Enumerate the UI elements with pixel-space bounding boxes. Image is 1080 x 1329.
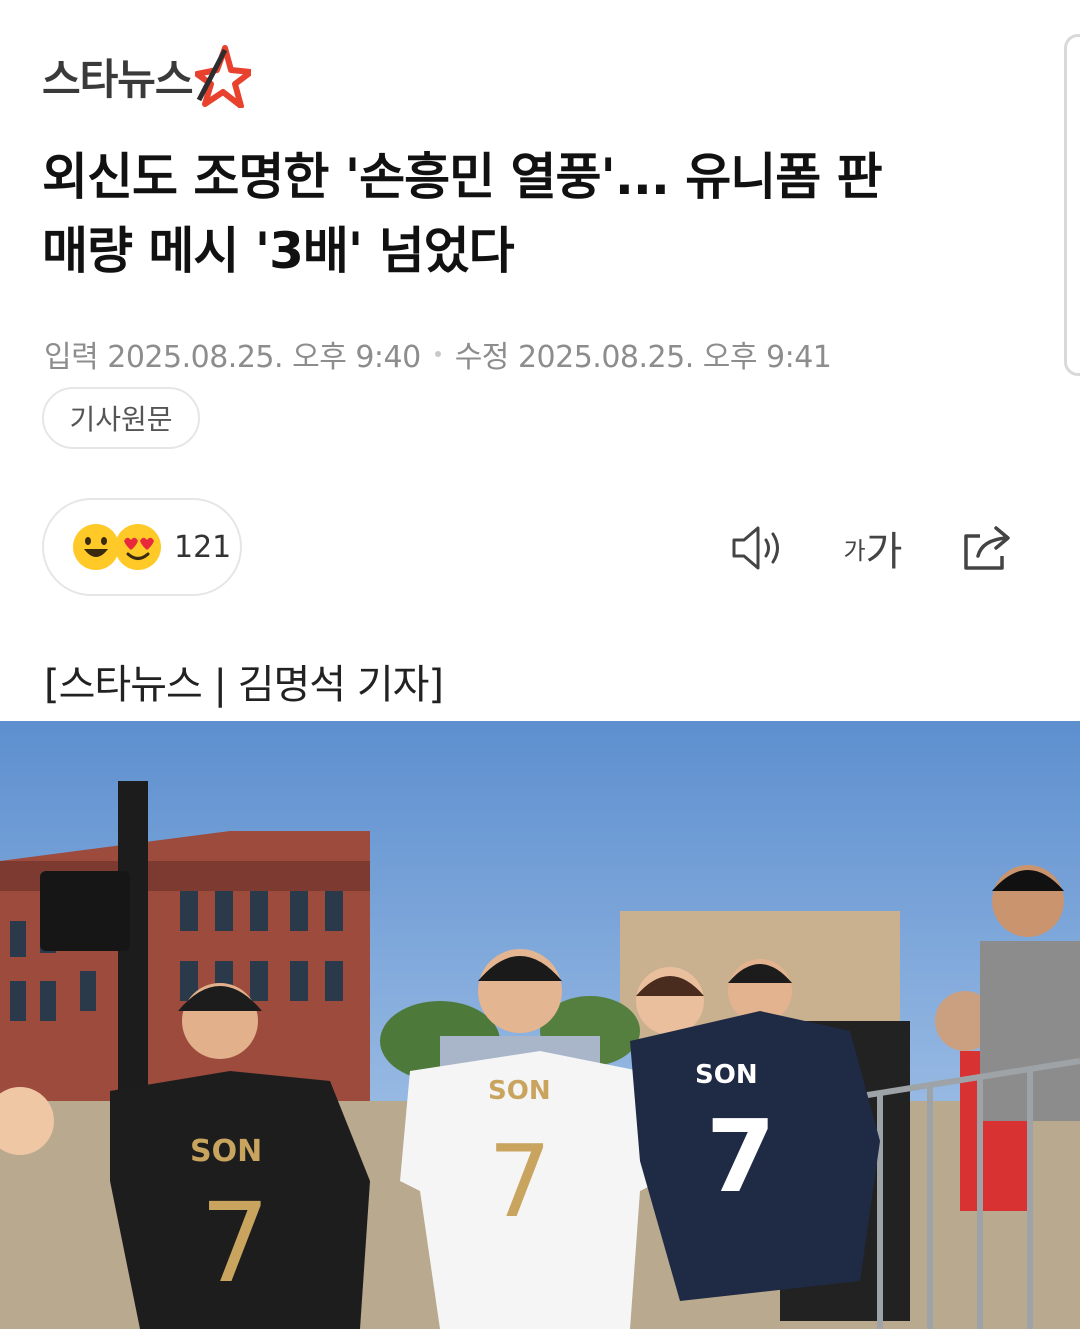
jersey-right-number: 7 xyxy=(706,1098,776,1215)
smile-emoji-icon xyxy=(73,524,119,570)
logo-star-icon xyxy=(194,45,251,108)
font-small-label: 가 xyxy=(843,536,866,565)
byline: [스타뉴스 | 김명석 기자] xyxy=(44,662,444,708)
jersey-left-text: SON xyxy=(190,1134,262,1169)
side-panel-edge xyxy=(1064,34,1080,376)
input-label: 입력 xyxy=(44,340,99,375)
font-large-label: 가 xyxy=(865,529,903,575)
reaction-count: 121 xyxy=(174,529,232,565)
heart-eyes-emoji-icon xyxy=(115,524,161,570)
input-time: 2025.08.25. 오후 9:40 xyxy=(107,340,421,375)
jersey-left: SON 7 xyxy=(110,1071,370,1329)
headline-line-2: 매량 메시 '3배' 넘었다 xyxy=(42,222,515,280)
article-photo[interactable]: SON 7 SON 7 SON 7 xyxy=(0,721,1080,1329)
audio-button[interactable] xyxy=(726,518,786,578)
jersey-middle-number: 7 xyxy=(488,1123,552,1240)
jersey-left-number: 7 xyxy=(200,1179,270,1307)
meta-separator xyxy=(434,351,441,357)
headline-line-1: 외신도 조명한 '손흥민 열풍'... 유니폼 판 xyxy=(42,148,883,206)
share-button[interactable] xyxy=(956,518,1016,578)
font-size-button[interactable]: 가가 xyxy=(838,518,908,578)
article-headline: 외신도 조명한 '손흥민 열풍'... 유니폼 판 매량 메시 '3배' 넘었다 xyxy=(42,140,1032,288)
edit-time: 2025.08.25. 오후 9:41 xyxy=(517,340,832,375)
original-article-button[interactable]: 기사원문 xyxy=(42,387,200,449)
speaker-icon xyxy=(732,526,779,570)
reaction-button[interactable]: 121 xyxy=(42,498,242,596)
edit-label: 수정 xyxy=(454,340,510,375)
jersey-right-text: SON xyxy=(695,1060,758,1090)
logo-text: 스타뉴스 xyxy=(42,54,194,104)
photo-illustration: SON 7 SON 7 SON 7 xyxy=(0,721,1080,1329)
jersey-middle-text: SON xyxy=(488,1076,551,1106)
share-icon xyxy=(964,526,1010,570)
site-logo[interactable]: 스타뉴스 xyxy=(42,44,251,108)
article-meta: 입력 2025.08.25. 오후 9:40 수정 2025.08.25. 오후… xyxy=(44,332,832,376)
